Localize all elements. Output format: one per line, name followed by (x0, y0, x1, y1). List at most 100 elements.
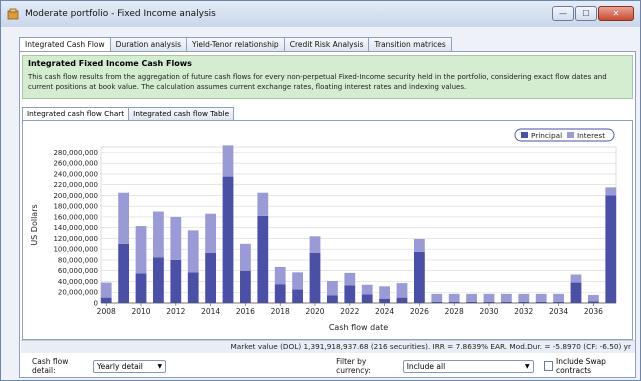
bar-principal (205, 252, 217, 303)
bar-principal (257, 215, 269, 303)
bar-interest (309, 236, 321, 253)
bar-interest (205, 213, 217, 253)
bar-interest (118, 192, 130, 244)
y-tick-label: 20,000,000 (58, 289, 98, 297)
dropdown-arrow-icon: ▼ (157, 362, 163, 370)
bar-interest (466, 293, 477, 302)
y-tick-label: 220,000,000 (53, 181, 98, 189)
bar-interest (327, 280, 338, 296)
bar-principal (361, 294, 373, 303)
y-tick-label: 140,000,000 (53, 224, 98, 232)
y-tick-label: 200,000,000 (53, 192, 98, 200)
filter-currency-select[interactable]: Include all ▼ (402, 359, 534, 373)
bar-principal (414, 251, 425, 303)
bar-principal (187, 272, 199, 303)
y-tick-label: 280,000,000 (53, 149, 98, 157)
minimize-icon: — (559, 9, 567, 18)
bar-principal (222, 176, 234, 303)
bar-interest (100, 282, 112, 298)
cashflow-detail-value: Yearly detail (97, 361, 143, 371)
filter-currency-value: Include all (406, 361, 446, 371)
window-title: Moderate portfolio - Fixed Income analys… (25, 9, 216, 19)
swap-checkbox[interactable] (543, 361, 553, 371)
legend-label: Principal (531, 131, 562, 140)
y-tick-label: 100,000,000 (53, 246, 98, 254)
chart-area: 0 20,000,000 40,000,000 60,000,000 80,000,00… (22, 120, 633, 340)
cash-flow-chart: 020,000,00040,000,00060,000,00080,000,00… (30, 128, 617, 332)
bar-principal (274, 284, 286, 303)
legend-label: Interest (577, 131, 605, 140)
tab-credit-risk[interactable]: Credit Risk Analysis (283, 37, 370, 51)
bar-interest (414, 238, 425, 252)
legend-swatch (567, 132, 574, 138)
info-title: Integrated Fixed Income Cash Flows (28, 59, 192, 68)
bar-principal (100, 297, 112, 303)
bar-interest (292, 272, 303, 290)
swap-checkbox-group[interactable]: Include Swap contracts (543, 357, 637, 375)
bar-interest (379, 286, 390, 299)
y-tick-label: 260,000,000 (53, 160, 98, 168)
x-tick-label: 2018 (271, 307, 290, 316)
tab-transition-matrices[interactable]: Transition matrices (368, 37, 452, 51)
bar-interest (483, 293, 495, 302)
x-tick-label: 2034 (549, 307, 568, 316)
x-axis-title: Cash flow date (329, 323, 388, 332)
sub-tabs: Integrated cash flow Chart Integrated ca… (22, 107, 235, 121)
bar-interest (170, 216, 182, 260)
bar-interest (553, 293, 564, 302)
bar-interest (518, 293, 530, 302)
info-box: Integrated Fixed Income Cash Flows This … (22, 55, 633, 99)
y-axis-title: US Dollars (30, 204, 39, 245)
bar-principal (570, 282, 582, 303)
x-tick-label: 2030 (479, 307, 498, 316)
info-body: This cash flow results from the aggregat… (28, 73, 607, 91)
close-button[interactable]: ✕ (598, 6, 634, 21)
status-line: Market value (DOL) 1,391,918,937.68 (216… (21, 340, 635, 353)
y-tick-label: 40,000,000 (58, 278, 98, 286)
bar-interest (587, 294, 599, 302)
y-tick-label: 180,000,000 (53, 203, 98, 211)
bar-principal (309, 252, 321, 303)
bar-interest (448, 293, 460, 302)
x-tick-label: 2012 (166, 307, 185, 316)
x-tick-label: 2022 (340, 307, 359, 316)
y-tick-label: 80,000,000 (58, 256, 98, 264)
bar-interest (344, 272, 356, 286)
y-tick-label: 60,000,000 (58, 267, 98, 275)
minimize-button[interactable]: — (552, 6, 574, 21)
y-tick-label: 160,000,000 (53, 213, 98, 221)
bar-principal (344, 285, 356, 303)
bar-interest (135, 226, 147, 274)
x-tick-label: 2032 (514, 307, 533, 316)
main-tabs: Integrated Cash Flow Duration analysis Y… (19, 37, 452, 52)
x-tick-label: 2020 (305, 307, 324, 316)
bar-interest (605, 187, 617, 196)
tab-panel: Integrated Fixed Income Cash Flows This … (19, 51, 636, 378)
y-tick-label: 120,000,000 (53, 235, 98, 243)
tab-integrated-cash-flow[interactable]: Integrated Cash Flow (19, 37, 111, 52)
tab-duration-analysis[interactable]: Duration analysis (109, 37, 187, 51)
filter-currency-label: Filter by currency: (336, 357, 371, 375)
bar-interest (222, 145, 234, 177)
x-tick-label: 2016 (236, 307, 255, 316)
subtab-chart[interactable]: Integrated cash flow Chart (22, 107, 130, 121)
bar-interest (361, 284, 373, 295)
subtab-table[interactable]: Integrated cash flow Table (128, 107, 235, 120)
x-tick-label: 2036 (584, 307, 603, 316)
x-tick-label: 2028 (445, 307, 464, 316)
bar-interest (240, 243, 251, 271)
bar-interest (187, 230, 199, 273)
x-tick-label: 2014 (201, 307, 220, 316)
bar-interest (153, 211, 164, 258)
maximize-button[interactable]: ☐ (575, 6, 597, 21)
bar-principal (118, 243, 130, 303)
tab-yield-tenor[interactable]: Yield-Tenor relationship (186, 37, 285, 51)
title-bar[interactable]: Moderate portfolio - Fixed Income analys… (1, 1, 640, 27)
dropdown-arrow-icon: ▼ (524, 362, 530, 370)
cashflow-detail-select[interactable]: Yearly detail ▼ (93, 359, 167, 373)
swap-checkbox-label: Include Swap contracts (556, 357, 606, 375)
bar-principal (170, 259, 182, 303)
x-tick-label: 2024 (375, 307, 394, 316)
bar-principal (240, 270, 251, 303)
bar-principal (292, 289, 303, 303)
